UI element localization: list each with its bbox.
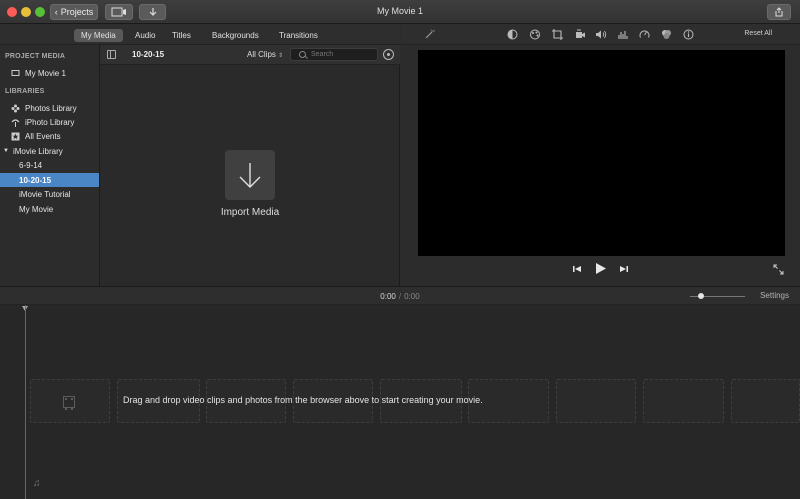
sidebar-item-event-6-9-14[interactable]: 6-9-14 <box>0 158 99 172</box>
sidebar-item-label: Photos Library <box>25 103 77 113</box>
search-icon <box>299 51 306 58</box>
sidebar-item-event-10-20-15[interactable]: 10-20-15 <box>0 173 99 187</box>
gear-icon[interactable] <box>383 49 394 60</box>
browser-header: 10-20-15 All Clips ⇕ Search <box>100 45 400 65</box>
star-icon <box>11 132 20 141</box>
sidebar-item-label: My Movie 1 <box>25 68 66 78</box>
color-correction-icon[interactable] <box>529 28 541 40</box>
tab-transitions[interactable]: Transitions <box>272 29 325 42</box>
sidebar-item-label: My Movie <box>19 204 54 214</box>
share-button[interactable] <box>767 4 791 20</box>
search-input[interactable]: Search <box>290 48 378 61</box>
speed-icon[interactable] <box>638 28 650 40</box>
share-icon <box>775 7 783 17</box>
media-tab-bar: My Media Audio Titles Backgrounds Transi… <box>0 24 400 45</box>
clips-filter-select[interactable]: All Clips ⇕ <box>247 50 283 59</box>
photos-flower-icon <box>11 104 20 113</box>
timecode-separator: / <box>398 292 402 301</box>
sidebar-item-label: 10-20-15 <box>19 175 52 185</box>
sidebar-item-event-my-movie[interactable]: My Movie <box>0 202 99 216</box>
timeline-settings-button[interactable]: Settings <box>760 291 789 300</box>
adjustments-toolbar: Reset All <box>401 24 800 45</box>
skip-forward-icon[interactable] <box>619 264 629 277</box>
stabilization-icon[interactable] <box>573 28 585 40</box>
import-media-button[interactable] <box>225 150 275 200</box>
crop-icon[interactable] <box>551 28 563 40</box>
clip-filter-icon[interactable] <box>660 28 672 40</box>
disclosure-triangle-icon[interactable]: ▼ <box>3 148 9 154</box>
equalizer-icon[interactable] <box>617 28 629 40</box>
fullscreen-icon[interactable] <box>773 264 784 278</box>
sidebar-item-label: 6-9-14 <box>19 160 43 170</box>
title-bar: ‹ Projects My Movie 1 <box>0 0 800 24</box>
search-placeholder: Search <box>311 51 334 58</box>
iphoto-palm-icon <box>11 118 20 127</box>
clip-placeholder <box>731 379 800 423</box>
sidebar-item-imovie-library[interactable]: ▼ iMovie Library <box>0 144 99 158</box>
event-title: 10-20-15 <box>132 50 165 59</box>
libraries-sidebar: PROJECT MEDIA My Movie 1 LIBRARIES Photo… <box>0 45 100 286</box>
playhead[interactable] <box>25 305 26 499</box>
timeline-header: 0:00/0:00 Settings <box>0 287 800 305</box>
tab-audio[interactable]: Audio <box>128 29 162 42</box>
play-icon[interactable] <box>595 262 607 278</box>
info-icon[interactable] <box>682 28 694 40</box>
libraries-header: LIBRARIES <box>5 88 45 95</box>
sidebar-item-label: iMovie Library <box>12 146 63 156</box>
window-title: My Movie 1 <box>376 6 423 16</box>
tab-my-media[interactable]: My Media <box>74 29 123 42</box>
clips-filter-label: All Clips <box>247 50 276 59</box>
import-media-label[interactable]: Import Media <box>200 207 300 218</box>
timeline-drop-message: Drag and drop video clips and photos fro… <box>123 395 483 405</box>
total-time: 0:00 <box>404 292 420 301</box>
viewer <box>401 45 800 286</box>
tab-backgrounds[interactable]: Backgrounds <box>205 29 266 42</box>
magic-wand-icon[interactable] <box>423 28 435 40</box>
viewer-screen <box>418 50 785 256</box>
timeline[interactable]: Drag and drop video clips and photos fro… <box>0 305 800 499</box>
timecode-display: 0:00/0:00 <box>0 292 800 301</box>
film-strip-icon <box>63 396 75 410</box>
up-down-chevron-icon: ⇕ <box>278 53 284 59</box>
volume-icon[interactable] <box>595 28 607 40</box>
sidebar-item-event-imovie-tutorial[interactable]: iMovie Tutorial <box>0 187 99 201</box>
sidebar-item-all-events[interactable]: All Events <box>0 129 99 143</box>
zoom-slider-knob[interactable] <box>698 293 704 299</box>
project-media-header: PROJECT MEDIA <box>5 53 66 60</box>
sidebar-item-label: iPhoto Library <box>25 117 75 127</box>
music-note-icon: ♫ <box>33 478 41 489</box>
sidebar-item-label: iMovie Tutorial <box>19 189 71 199</box>
sidebar-item-my-movie-1[interactable]: My Movie 1 <box>0 66 99 80</box>
clip-placeholder <box>556 379 636 423</box>
reset-all-button[interactable]: Reset All <box>744 30 772 37</box>
sidebar-item-photos-library[interactable]: Photos Library <box>0 101 99 115</box>
import-arrow-icon <box>239 163 261 188</box>
skip-back-icon[interactable] <box>572 264 582 277</box>
media-browser: 10-20-15 All Clips ⇕ Search Import Media <box>100 45 400 286</box>
toggle-sidebar-icon[interactable] <box>107 50 116 59</box>
sidebar-item-label: All Events <box>25 131 61 141</box>
sidebar-item-iphoto-library[interactable]: iPhoto Library <box>0 115 99 129</box>
clip-placeholder <box>643 379 724 423</box>
film-icon <box>11 69 20 78</box>
color-balance-icon[interactable] <box>506 28 518 40</box>
tab-titles[interactable]: Titles <box>165 29 198 42</box>
current-time: 0:00 <box>380 292 396 301</box>
